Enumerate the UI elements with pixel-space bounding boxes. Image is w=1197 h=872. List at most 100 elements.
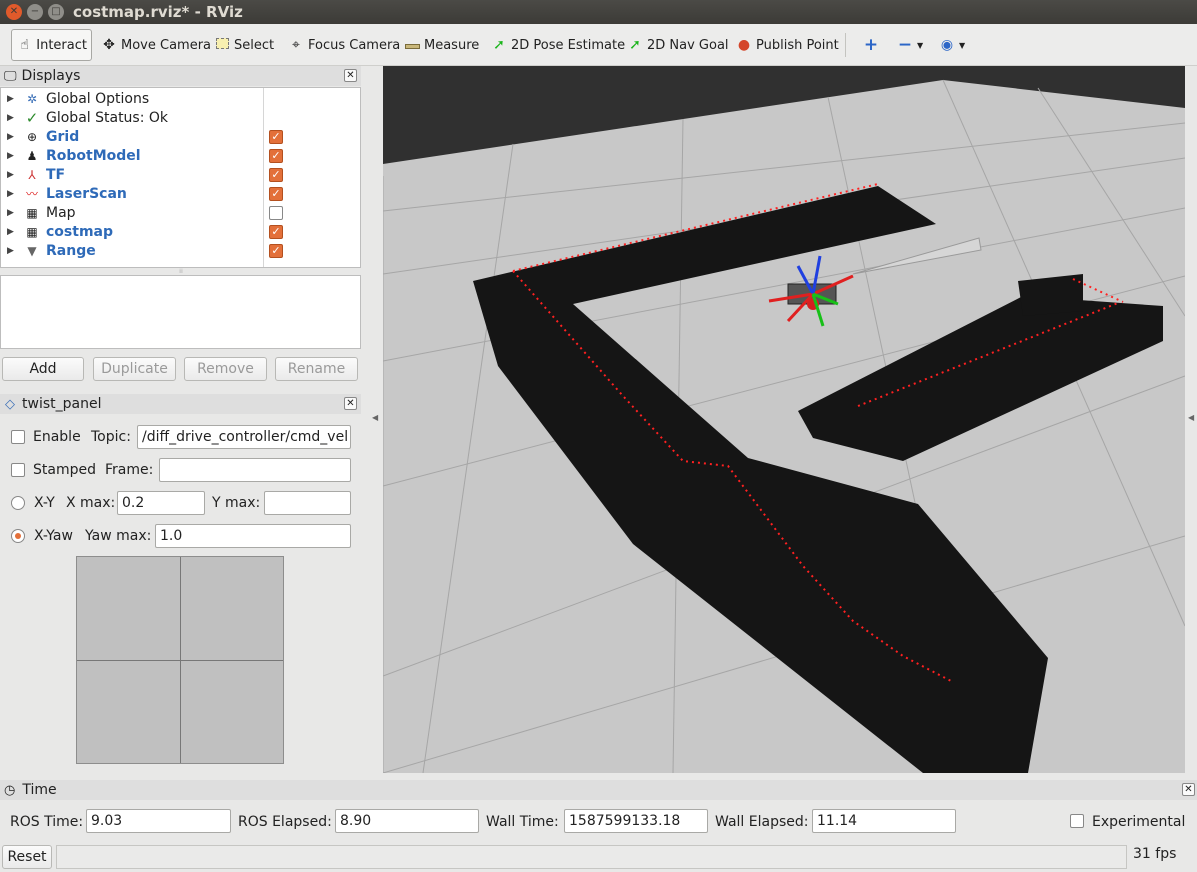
expand-arrow-icon[interactable]: ▶ bbox=[7, 189, 17, 199]
chevron-down-icon: ▼ bbox=[959, 40, 966, 50]
twist-panel-header: ◇ twist_panel bbox=[0, 394, 361, 414]
display-checkbox[interactable]: ✓ bbox=[269, 224, 283, 239]
display-checkbox[interactable]: ✓ bbox=[269, 167, 283, 182]
add-tool-button[interactable]: + bbox=[858, 29, 887, 61]
nav-goal-tool-button[interactable]: ➚ 2D Nav Goal bbox=[622, 29, 733, 61]
display-label: RobotModel bbox=[46, 147, 141, 164]
add-display-button[interactable]: Add bbox=[2, 357, 84, 381]
display-checkbox[interactable] bbox=[269, 205, 283, 220]
maximize-window-icon[interactable]: □ bbox=[48, 4, 64, 20]
collapse-right-icon[interactable]: ◀ bbox=[1188, 413, 1194, 422]
duplicate-display-button[interactable]: Duplicate bbox=[93, 357, 176, 381]
gear-icon: ✲ bbox=[26, 91, 38, 106]
display-row-map[interactable]: ▶ ▦ Map bbox=[1, 203, 360, 222]
display-label: Map bbox=[46, 204, 76, 221]
minimize-window-icon[interactable]: − bbox=[27, 4, 43, 20]
display-row-global-status[interactable]: ▶ ✓ Global Status: Ok bbox=[1, 108, 360, 127]
expand-arrow-icon[interactable]: ▶ bbox=[7, 94, 17, 104]
splitter-handle[interactable]: ⁞⁞ bbox=[176, 268, 186, 275]
ros-elapsed-label: ROS Elapsed: bbox=[238, 814, 332, 830]
display-row-tf[interactable]: ▶ ⅄ TF ✓ bbox=[1, 165, 360, 184]
frame-field[interactable] bbox=[159, 458, 351, 482]
chevron-down-icon: ▼ bbox=[917, 40, 924, 50]
display-row-robotmodel[interactable]: ▶ ♟ RobotModel ✓ bbox=[1, 146, 360, 165]
toolbar-separator bbox=[845, 33, 846, 57]
remove-display-button[interactable]: Remove bbox=[184, 357, 267, 381]
hand-pointer-icon: ☝ bbox=[20, 37, 29, 53]
display-row-grid[interactable]: ▶ ⊕ Grid ✓ bbox=[1, 127, 360, 146]
move-camera-tool-button[interactable]: ✥ Move Camera bbox=[96, 29, 215, 61]
close-twist-panel-button[interactable]: ✕ bbox=[344, 397, 357, 410]
display-label: LaserScan bbox=[46, 185, 127, 202]
wall-elapsed-field[interactable]: 11.14 bbox=[812, 809, 956, 833]
display-row-costmap[interactable]: ▶ ▦ costmap ✓ bbox=[1, 222, 360, 241]
enable-checkbox[interactable] bbox=[11, 430, 25, 444]
expand-arrow-icon[interactable]: ▶ bbox=[7, 227, 17, 237]
green-arrow-icon: ➚ bbox=[493, 37, 505, 53]
topic-field[interactable]: /diff_drive_controller/cmd_vel bbox=[137, 425, 351, 449]
eye-icon: ◉ bbox=[940, 37, 954, 53]
pad-vertical-axis bbox=[180, 557, 181, 763]
view-tool-button[interactable]: ◉ ▼ bbox=[934, 29, 969, 61]
xmax-field[interactable]: 0.2 bbox=[117, 491, 205, 515]
select-tool-button[interactable]: Select bbox=[209, 29, 278, 61]
focus-camera-tool-button[interactable]: ⌖ Focus Camera bbox=[283, 29, 404, 61]
display-checkbox[interactable]: ✓ bbox=[269, 129, 283, 144]
clock-icon: ◷ bbox=[4, 782, 16, 798]
display-checkbox[interactable]: ✓ bbox=[269, 186, 283, 201]
tool-label: Interact bbox=[36, 37, 87, 53]
tool-label: Select bbox=[234, 37, 275, 53]
render-viewport[interactable] bbox=[383, 66, 1185, 773]
minus-icon: − bbox=[897, 35, 913, 55]
close-displays-button[interactable]: ✕ bbox=[344, 69, 357, 82]
twist-control-pad[interactable] bbox=[76, 556, 284, 764]
stamped-checkbox[interactable] bbox=[11, 463, 25, 477]
close-time-panel-button[interactable]: ✕ bbox=[1182, 783, 1195, 796]
display-row-global-options[interactable]: ▶ ✲ Global Options bbox=[1, 89, 360, 108]
ros-time-field[interactable]: 9.03 bbox=[86, 809, 231, 833]
tool-label: 2D Nav Goal bbox=[647, 37, 729, 53]
tool-toolbar: ☝ Interact ✥ Move Camera Select ⌖ Focus Cam… bbox=[0, 24, 1197, 66]
wall-time-field[interactable]: 1587599133.18 bbox=[564, 809, 708, 833]
expand-arrow-icon[interactable]: ▶ bbox=[7, 151, 17, 161]
title-bar: ✕ − □ costmap.rviz* - RViz bbox=[0, 0, 1197, 24]
measure-tool-button[interactable]: Measure bbox=[399, 29, 483, 61]
ymax-field[interactable] bbox=[264, 491, 351, 515]
plus-icon: + bbox=[863, 35, 879, 55]
ground-plane bbox=[383, 80, 1185, 773]
display-checkbox[interactable]: ✓ bbox=[269, 148, 283, 163]
tool-label: Move Camera bbox=[121, 37, 212, 53]
twist-panel-title: twist_panel bbox=[22, 396, 102, 412]
remove-tool-button[interactable]: − ▼ bbox=[892, 29, 927, 61]
displays-tree: ▶ ✲ Global Options ▶ ✓ Global Status: Ok… bbox=[0, 87, 361, 268]
expand-arrow-icon[interactable]: ▶ bbox=[7, 208, 17, 218]
monitor-icon: 🖵 bbox=[4, 68, 17, 84]
tool-label: 2D Pose Estimate bbox=[511, 37, 626, 53]
publish-point-tool-button[interactable]: ● Publish Point bbox=[731, 29, 843, 61]
ros-elapsed-field[interactable]: 8.90 bbox=[335, 809, 479, 833]
right-collapse-strip[interactable]: ◀ bbox=[1185, 66, 1197, 773]
display-row-range[interactable]: ▶ ▼ Range ✓ bbox=[1, 241, 360, 260]
display-row-laserscan[interactable]: ▶ 〰 LaserScan ✓ bbox=[1, 184, 360, 203]
interact-tool-button[interactable]: ☝ Interact bbox=[11, 29, 92, 61]
rename-display-button[interactable]: Rename bbox=[275, 357, 358, 381]
xmax-label: X max: bbox=[66, 495, 116, 511]
yawmax-field[interactable]: 1.0 bbox=[155, 524, 351, 548]
xy-radio[interactable] bbox=[11, 496, 25, 510]
status-bar: Reset 31 fps bbox=[0, 842, 1197, 872]
grid-icon: ⊕ bbox=[26, 129, 38, 144]
expand-arrow-icon[interactable]: ▶ bbox=[7, 246, 17, 256]
time-panel-header: ◷ Time bbox=[0, 780, 1197, 800]
expand-arrow-icon[interactable]: ▶ bbox=[7, 170, 17, 180]
enable-label: Enable bbox=[33, 429, 81, 445]
expand-arrow-icon[interactable]: ▶ bbox=[7, 113, 17, 123]
panel-splitter[interactable]: ◀ bbox=[363, 66, 383, 773]
xyaw-radio[interactable] bbox=[11, 529, 25, 543]
collapse-left-icon[interactable]: ◀ bbox=[372, 413, 378, 422]
display-checkbox[interactable]: ✓ bbox=[269, 243, 283, 258]
reset-button[interactable]: Reset bbox=[2, 845, 52, 869]
expand-arrow-icon[interactable]: ▶ bbox=[7, 132, 17, 142]
close-window-icon[interactable]: ✕ bbox=[6, 4, 22, 20]
pose-estimate-tool-button[interactable]: ➚ 2D Pose Estimate bbox=[486, 29, 629, 61]
experimental-checkbox[interactable] bbox=[1070, 814, 1084, 828]
